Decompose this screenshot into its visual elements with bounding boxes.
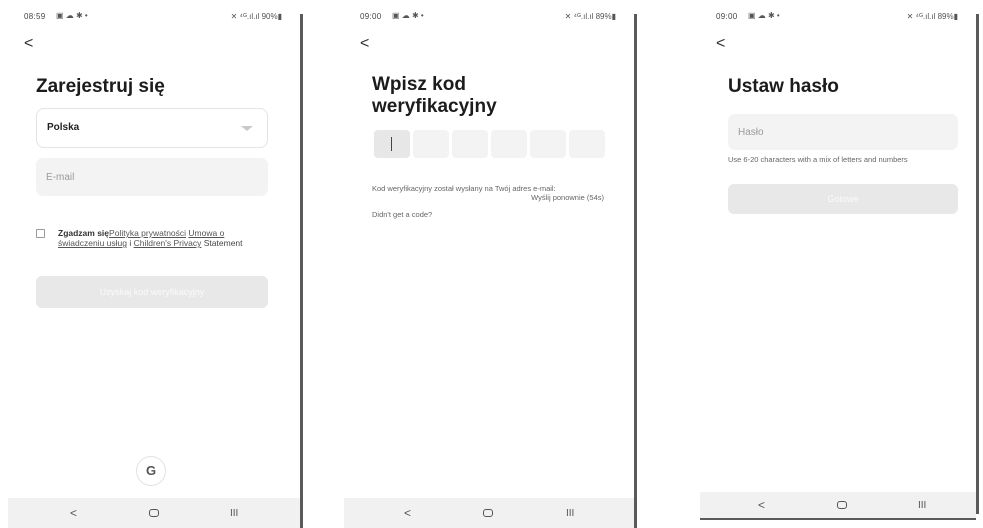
system-nav-bar: < III	[344, 498, 634, 528]
notification-icons: ▣ ☁ ✱ •	[56, 11, 88, 20]
status-bar: 09:00 ▣ ☁ ✱ • ✕ ⁴ᴳ.ıl.ıl 89%▮	[700, 10, 976, 24]
frame-bottom-edge	[700, 518, 976, 520]
resend-link[interactable]: Wyślij ponownie (54s)	[504, 193, 604, 202]
password-hint: Use 6-20 characters with a mix of letter…	[728, 155, 908, 164]
code-digit-5[interactable]	[530, 130, 566, 158]
status-bar: 08:59 ▣ ☁ ✱ • ✕ ⁴ᴳ.ıl.ıl 90%▮	[8, 10, 300, 24]
consent-checkbox[interactable]	[36, 229, 45, 238]
consent-statement-text: Statement	[203, 238, 243, 248]
nav-recent-icon[interactable]: III	[230, 508, 238, 520]
system-nav-bar: < III	[8, 498, 300, 528]
status-time: 09:00	[716, 12, 738, 21]
nav-back-icon[interactable]: <	[758, 499, 765, 511]
nav-recent-icon[interactable]: III	[566, 508, 574, 520]
nav-home-icon[interactable]	[837, 501, 847, 509]
chevron-down-icon	[241, 126, 253, 131]
notification-icons: ▣ ☁ ✱ •	[748, 11, 780, 20]
signal-battery-icons: ✕ ⁴ᴳ.ıl.ıl 90%▮	[230, 12, 282, 21]
back-arrow-icon[interactable]: <	[716, 36, 725, 52]
back-arrow-icon[interactable]: <	[360, 36, 369, 52]
country-select[interactable]: Polska	[36, 108, 268, 148]
code-digit-1[interactable]	[374, 130, 410, 158]
register-screen: 08:59 ▣ ☁ ✱ • ✕ ⁴ᴳ.ıl.ıl 90%▮ < Zarejest…	[8, 0, 300, 528]
email-field[interactable]	[36, 158, 268, 196]
code-digit-2[interactable]	[413, 130, 449, 158]
back-arrow-icon[interactable]: <	[24, 36, 33, 52]
nav-back-icon[interactable]: <	[404, 507, 411, 519]
page-title: Zarejestruj się	[36, 76, 165, 97]
code-digit-3[interactable]	[452, 130, 488, 158]
set-password-screen: 09:00 ▣ ☁ ✱ • ✕ ⁴ᴳ.ıl.ıl 89%▮ < Ustaw ha…	[700, 0, 976, 528]
status-bar: 09:00 ▣ ☁ ✱ • ✕ ⁴ᴳ.ıl.ıl 89%▮	[344, 10, 634, 24]
signal-battery-icons: ✕ ⁴ᴳ.ıl.ıl 89%▮	[564, 12, 616, 21]
password-field[interactable]	[728, 114, 958, 150]
system-nav-bar: < III	[700, 492, 976, 518]
done-button[interactable]: Gotowe	[728, 184, 958, 214]
nav-home-icon[interactable]	[483, 509, 493, 517]
frame-divider	[976, 14, 979, 514]
text-cursor	[391, 137, 392, 151]
code-digit-4[interactable]	[491, 130, 527, 158]
privacy-policy-link[interactable]: Polityka prywatności	[109, 228, 186, 238]
nav-recent-icon[interactable]: III	[918, 500, 926, 512]
status-time: 09:00	[360, 12, 382, 21]
page-title-line-1: Wpisz kod	[372, 74, 466, 95]
country-value: Polska	[47, 122, 80, 133]
consent-agree-text: Zgadzam się	[58, 228, 110, 238]
page-title: Ustaw hasło	[728, 76, 839, 97]
frame-divider	[300, 14, 303, 528]
notification-icons: ▣ ☁ ✱ •	[392, 11, 424, 20]
childrens-privacy-link[interactable]: Children's Privacy	[134, 238, 202, 248]
consent-block: Zgadzam sięPolityka prywatności Umowa o …	[36, 228, 268, 248]
nav-home-icon[interactable]	[149, 509, 159, 517]
signal-battery-icons: ✕ ⁴ᴳ.ıl.ıl 89%▮	[906, 12, 958, 21]
code-sent-text: Kod weryfikacyjny został wysłany na Twój…	[372, 184, 556, 193]
consent-and-text: i	[129, 238, 132, 248]
verification-code-input[interactable]	[374, 130, 606, 158]
verification-screen: 09:00 ▣ ☁ ✱ • ✕ ⁴ᴳ.ıl.ıl 89%▮ < Wpisz ko…	[344, 0, 634, 528]
google-icon[interactable]: G	[136, 456, 166, 486]
frame-divider	[634, 14, 637, 528]
no-code-link[interactable]: Didn't get a code?	[372, 210, 572, 219]
get-code-button[interactable]: Uzyskaj kod weryfikacyjny	[36, 276, 268, 308]
page-title-line-2: weryfikacyjny	[372, 96, 497, 117]
status-time: 08:59	[24, 12, 46, 21]
nav-back-icon[interactable]: <	[70, 507, 77, 519]
code-digit-6[interactable]	[569, 130, 605, 158]
